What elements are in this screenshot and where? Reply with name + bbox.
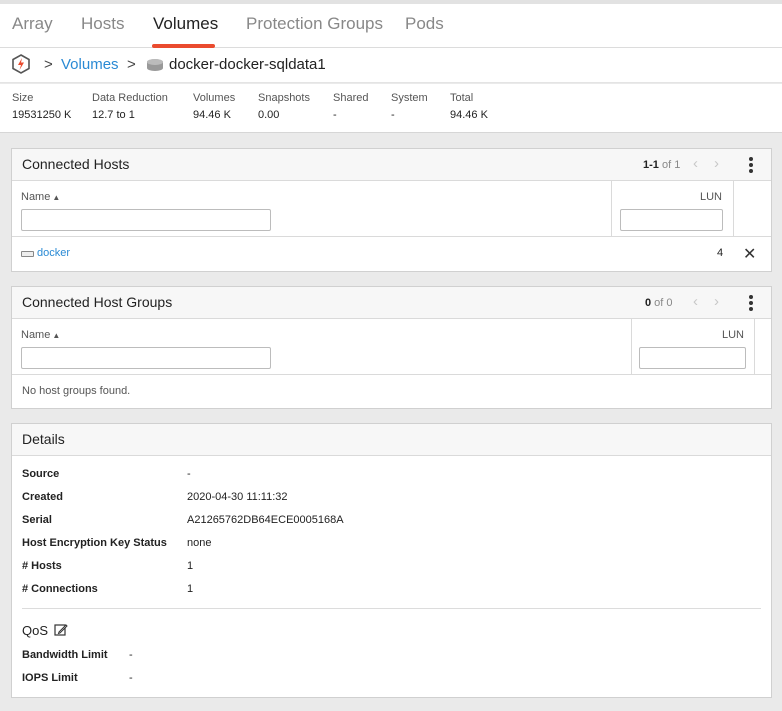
stat-label: System [391, 92, 428, 104]
stat-value: - [391, 109, 395, 121]
detail-value-connections: 1 [187, 583, 194, 595]
stat-value: 12.7 to 1 [92, 109, 135, 121]
pager-total: of 0 [651, 297, 673, 309]
detail-label-encryption: Host Encryption Key Status [22, 537, 167, 549]
column-header-name[interactable]: Name ▲ [21, 329, 60, 341]
column-header-lun[interactable]: LUN [722, 329, 744, 341]
tab-volumes[interactable]: Volumes [153, 14, 218, 34]
breadcrumb-volumes-link[interactable]: Volumes [61, 56, 119, 73]
stat-data-reduction: Data Reduction 12.7 to 1 [92, 92, 168, 121]
qos-title: QoS [22, 623, 49, 638]
breadcrumb: > Volumes > docker-docker-sqldata1 [0, 48, 782, 83]
detail-label-iops-limit: IOPS Limit [22, 672, 78, 684]
chevron-right-icon[interactable]: › [714, 155, 719, 172]
sort-ascending-icon: ▲ [52, 331, 61, 340]
lun-filter-input[interactable] [620, 209, 723, 231]
stat-label: Shared [333, 92, 369, 104]
tab-hosts[interactable]: Hosts [81, 14, 124, 34]
column-label: Name [21, 191, 51, 203]
tab-pods[interactable]: Pods [405, 14, 444, 34]
stat-value: 0.00 [258, 109, 280, 121]
table-header: Name ▲ LUN [12, 181, 771, 237]
stat-value: 19531250 K [12, 109, 72, 121]
detail-label-serial: Serial [22, 514, 52, 526]
column-header-name[interactable]: Name ▲ [21, 191, 60, 203]
chevron-left-icon[interactable]: ‹ [693, 293, 698, 310]
tab-array[interactable]: Array [12, 14, 53, 34]
stat-value: 94.46 K [450, 109, 488, 121]
detail-label-source: Source [22, 468, 60, 480]
stat-value: - [333, 109, 337, 121]
column-divider [611, 181, 612, 237]
empty-state-row: No host groups found. [12, 375, 771, 409]
stat-size: Size 19531250 K [12, 92, 71, 121]
stat-shared: Shared - [333, 92, 368, 121]
breadcrumb-separator: > [127, 56, 136, 73]
table-row: docker 4 ✕ [12, 237, 771, 271]
detail-value-bandwidth-limit: - [129, 649, 133, 661]
detail-label-bandwidth-limit: Bandwidth Limit [22, 649, 108, 661]
detail-value-iops-limit: - [129, 672, 133, 684]
stat-label: Data Reduction [92, 92, 168, 104]
tab-protection-groups[interactable]: Protection Groups [246, 14, 383, 34]
host-icon [21, 251, 34, 257]
breadcrumb-separator: > [44, 56, 53, 73]
pager-info: 0 of 0 [645, 297, 673, 309]
name-filter-input[interactable] [21, 209, 271, 231]
panel-header: Connected Host Groups 0 of 0 ‹ › [12, 287, 771, 319]
empty-state-message: No host groups found. [22, 385, 131, 397]
volume-name: docker-docker-sqldata1 [169, 56, 326, 73]
detail-label-connections: # Connections [22, 583, 98, 595]
column-divider [754, 319, 755, 375]
stat-value: 94.46 K [193, 109, 231, 121]
stat-label: Snapshots [258, 92, 310, 104]
stat-total: Total 94.46 K [450, 92, 488, 121]
detail-value-created: 2020-04-30 11:11:32 [187, 491, 288, 503]
stat-system: System - [391, 92, 428, 121]
connected-host-groups-panel: Connected Host Groups 0 of 0 ‹ › Name ▲ L… [11, 286, 772, 409]
pager-range: 1-1 [643, 159, 659, 171]
volume-disk-icon [146, 58, 164, 72]
stat-label: Size [12, 92, 34, 104]
stat-label: Total [450, 92, 474, 104]
section-divider [22, 608, 761, 609]
volume-stats-bar: Size 19531250 K Data Reduction 12.7 to 1… [0, 84, 782, 133]
panel-header: Details [12, 424, 771, 456]
stat-label: Volumes [193, 92, 236, 104]
details-panel: Details Source - Created 2020-04-30 11:1… [11, 423, 772, 698]
detail-label-hosts: # Hosts [22, 560, 62, 572]
stat-volumes: Volumes 94.46 K [193, 92, 235, 121]
pager-info: 1-1 of 1 [643, 159, 680, 171]
lun-value: 4 [717, 247, 724, 259]
panel-title: Connected Host Groups [22, 294, 173, 310]
top-navigation: Array Hosts Volumes Protection Groups Po… [0, 0, 782, 48]
column-header-lun[interactable]: LUN [700, 191, 722, 203]
chevron-right-icon[interactable]: › [714, 293, 719, 310]
name-filter-input[interactable] [21, 347, 271, 369]
detail-label-created: Created [22, 491, 63, 503]
panel-header: Connected Hosts 1-1 of 1 ‹ › [12, 149, 771, 181]
table-header: Name ▲ LUN [12, 319, 771, 375]
detail-value-hosts: 1 [187, 560, 194, 572]
edit-icon[interactable] [54, 623, 68, 637]
detail-value-serial: A21265762DB64ECE0005168A [187, 514, 344, 526]
column-label: Name [21, 329, 51, 341]
chevron-left-icon[interactable]: ‹ [693, 155, 698, 172]
detail-value-source: - [187, 468, 191, 480]
sort-ascending-icon: ▲ [52, 193, 61, 202]
connected-hosts-panel: Connected Hosts 1-1 of 1 ‹ › Name ▲ LUN d… [11, 148, 772, 272]
panel-title: Details [22, 431, 65, 447]
panel-title: Connected Hosts [22, 156, 130, 172]
array-logo-icon[interactable] [11, 54, 31, 74]
lun-filter-input[interactable] [639, 347, 746, 369]
column-divider [733, 181, 734, 237]
close-icon[interactable]: ✕ [743, 244, 756, 264]
detail-value-encryption: none [187, 537, 212, 549]
kebab-menu-icon[interactable] [749, 157, 753, 173]
pager-total: of 1 [658, 159, 681, 171]
kebab-menu-icon[interactable] [749, 295, 753, 311]
stat-snapshots: Snapshots 0.00 [258, 92, 310, 121]
host-link[interactable]: docker [37, 247, 70, 259]
column-divider [631, 319, 632, 375]
